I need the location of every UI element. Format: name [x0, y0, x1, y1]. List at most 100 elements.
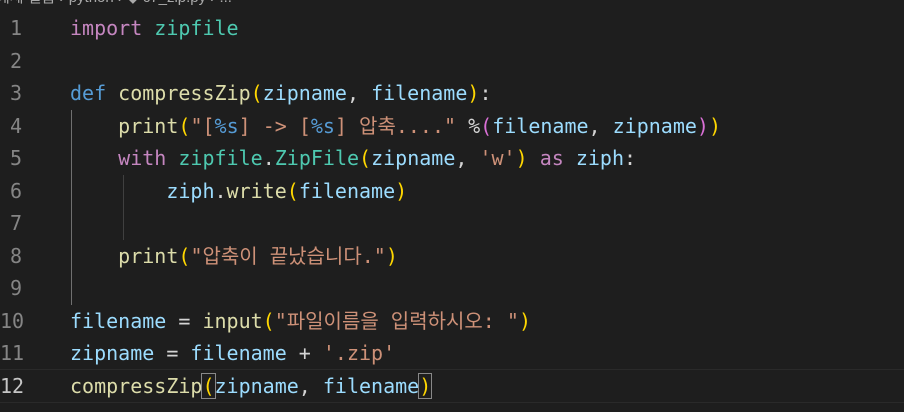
code-area[interactable]: 1 import zipfile 2 3 def compressZip(zipname…	[0, 12, 904, 403]
code-line[interactable]: 1 import zipfile	[0, 12, 904, 45]
code-token: ] 압축...."	[334, 113, 457, 138]
code-token: filename	[298, 178, 396, 203]
code-token: import	[70, 16, 143, 40]
code-token: filename	[371, 81, 468, 105]
line-number: 6	[9, 178, 22, 203]
code-token: +	[286, 341, 323, 365]
code-text: zipname = filename + '.zip'	[70, 337, 395, 370]
indent-guide	[71, 109, 72, 305]
code-line[interactable]: 7	[0, 207, 904, 240]
code-token: def	[70, 81, 107, 105]
code-token: filename	[492, 113, 589, 138]
code-token: (	[262, 308, 275, 333]
code-token: .	[214, 178, 227, 203]
code-token: ,	[588, 113, 613, 138]
code-line[interactable]: 6 ziph.write(filename)	[0, 175, 904, 208]
code-token: ,	[455, 146, 480, 170]
code-token: %s	[214, 113, 239, 138]
code-token: :	[479, 81, 492, 105]
line-number: 7	[9, 211, 22, 235]
code-token: write	[226, 178, 287, 203]
code-token: )	[515, 146, 528, 170]
code-token: (	[250, 81, 263, 105]
line-number: 11	[0, 341, 25, 365]
code-text: import zipfile	[70, 12, 239, 45]
code-token: print	[118, 113, 179, 138]
code-line[interactable]: 8 print("압축이 끝났습니다.")	[0, 240, 904, 273]
code-token: %s	[310, 113, 335, 138]
code-token: ZipFile	[274, 146, 360, 170]
code-token: (	[359, 146, 372, 170]
code-token: )	[708, 113, 722, 138]
code-token: =	[166, 308, 203, 333]
code-token: :	[624, 146, 637, 170]
code-token: "[	[190, 113, 215, 138]
code-text: with zipfile.ZipFile(zipname, 'w') as zi…	[70, 142, 636, 175]
code-token: zipfile	[178, 146, 263, 170]
code-token: ,	[298, 373, 323, 398]
code-text: print("압축이 끝났습니다.")	[70, 240, 398, 273]
code-token: ] -> [	[238, 113, 311, 138]
code-token: filename	[70, 308, 167, 333]
code-token: )	[518, 308, 531, 333]
code-token: )	[696, 113, 709, 138]
code-token: ziph	[575, 146, 624, 170]
code-token: %	[456, 113, 481, 138]
code-line[interactable]: 9	[0, 272, 904, 305]
line-number: 1	[9, 16, 22, 40]
code-text: def compressZip(zipname, filename):	[70, 77, 491, 110]
breadcrumb[interactable]: 예제 실습 › python › ◆ c7_zip.py › ...	[0, 0, 232, 8]
code-token: ,	[346, 81, 372, 105]
code-line[interactable]: 5 with zipfile.ZipFile(zipname, 'w') as …	[0, 142, 904, 175]
line-number: 3	[9, 81, 22, 105]
code-token: '.zip'	[322, 341, 396, 365]
code-token: )	[385, 243, 398, 268]
code-token: print	[118, 243, 179, 268]
code-line[interactable]: 10 filename = input("파일이름을 입력하시오: ")	[0, 305, 904, 338]
code-token: compressZip	[118, 81, 251, 105]
code-token: ziph	[166, 178, 215, 203]
line-number: 10	[0, 308, 25, 333]
code-line[interactable]: 11 zipname = filename + '.zip'	[0, 337, 904, 370]
code-token: filename	[190, 341, 287, 365]
line-number: 9	[9, 276, 22, 300]
code-token: zipname	[214, 373, 299, 398]
code-token: zipname	[262, 81, 347, 105]
code-line[interactable]: 3 def compressZip(zipname, filename):	[0, 77, 904, 110]
code-token: zipname	[371, 146, 456, 170]
line-number: 4	[9, 113, 22, 138]
line-number: 12	[0, 373, 25, 398]
code-token: .	[262, 146, 275, 170]
code-token: filename	[322, 373, 420, 398]
code-line[interactable]: 4 print("[%s] -> [%s] 압축...." %(filename…	[0, 110, 904, 143]
code-token: (	[201, 372, 216, 399]
code-text: ziph.write(filename)	[70, 175, 407, 208]
code-token: (	[178, 113, 191, 138]
code-token: )	[467, 81, 480, 105]
line-number: 8	[9, 243, 22, 268]
code-token: (	[178, 243, 191, 268]
code-token: =	[154, 341, 191, 365]
code-token: )	[395, 178, 408, 203]
line-number: 2	[9, 48, 22, 73]
code-token: )	[418, 372, 433, 399]
code-token: compressZip	[70, 373, 203, 398]
code-line[interactable]: 12 compressZip(zipname, filename)	[0, 368, 904, 403]
code-token: 'w'	[479, 146, 516, 170]
code-editor[interactable]: 예제 실습 › python › ◆ c7_zip.py › ... 1 impo…	[0, 0, 904, 412]
code-line[interactable]: 2	[0, 45, 904, 78]
code-text: print("[%s] -> [%s] 압축...." %(filename, …	[70, 110, 721, 143]
line-number: 5	[9, 146, 22, 170]
code-token: "파일이름을 입력하시오: "	[274, 308, 519, 333]
code-token: as	[539, 146, 564, 170]
code-text: compressZip(zipname, filename)	[70, 370, 433, 403]
code-token: zipfile	[154, 16, 239, 40]
